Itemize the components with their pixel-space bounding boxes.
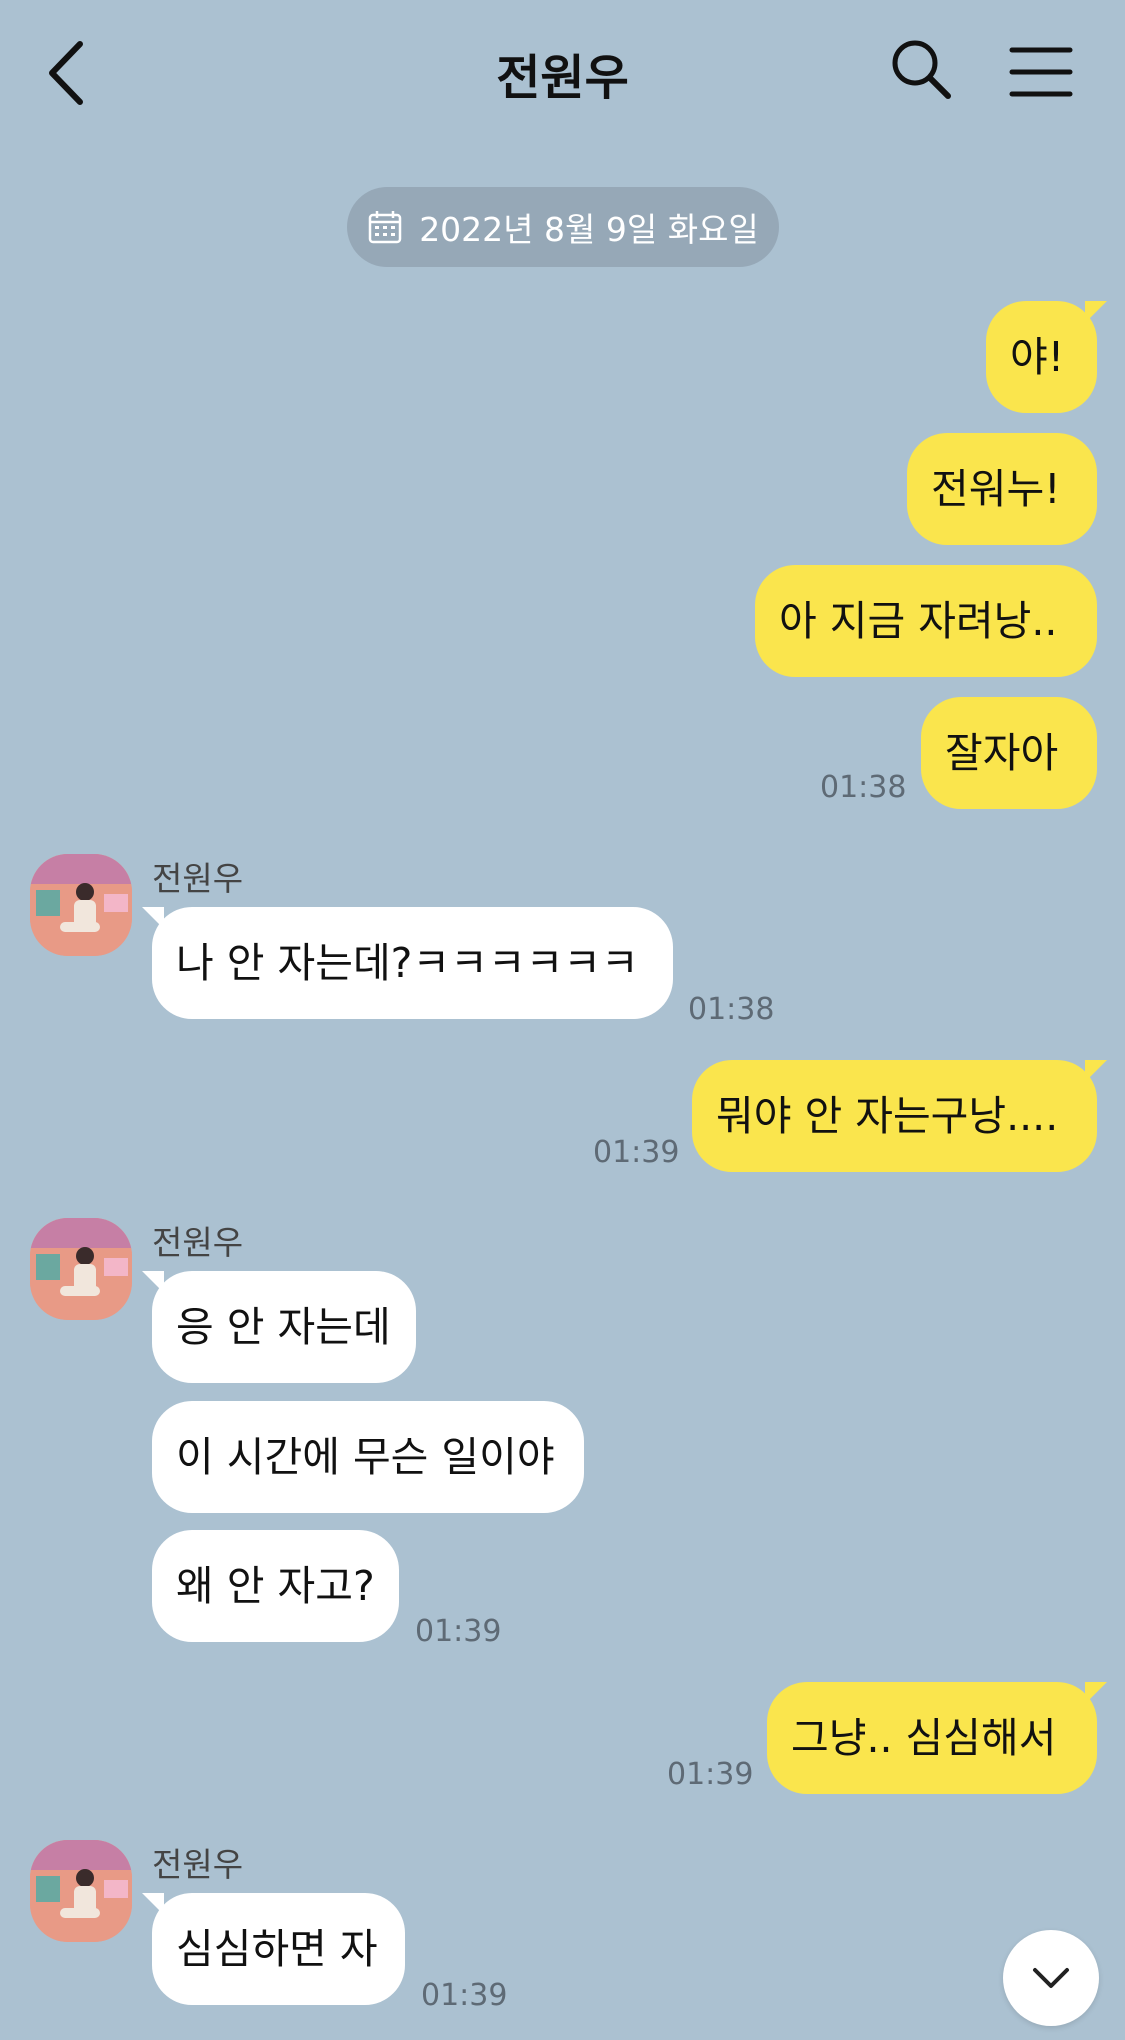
message-time: 01:39 [415,1614,502,1649]
sender-name: 전원우 [152,859,244,898]
sender-name: 전원우 [152,1223,244,1262]
message-time: 01:39 [421,1978,508,2013]
sent-message[interactable]: 전워누! [907,433,1097,545]
avatar-image [30,1840,132,1942]
message-text: 그냥.. 심심해서 [791,1714,1057,1762]
scroll-to-bottom-button[interactable] [1003,1930,1099,2026]
received-message[interactable]: 이 시간에 무슨 일이야 [152,1401,584,1513]
hamburger-menu-icon [1009,47,1073,97]
sent-message[interactable]: 아 지금 자려낭.. [755,565,1097,677]
menu-button[interactable] [1008,42,1074,102]
avatar[interactable] [30,854,132,956]
message-time: 01:38 [688,992,775,1027]
date-text: 2022년 8월 9일 화요일 [419,210,759,249]
sent-message[interactable]: 야! [986,301,1107,413]
sender-name: 전원우 [152,1845,244,1884]
message-text: 뭐야 안 자는구낭.... [716,1092,1059,1140]
received-message[interactable]: 왜 안 자고? [152,1530,399,1642]
message-time: 01:39 [593,1135,680,1170]
calendar-icon [368,211,402,244]
message-text: 나 안 자는데?ㅋㅋㅋㅋㅋㅋ [176,939,639,987]
message-text: 잘자아 [945,729,1059,777]
sent-message[interactable]: 뭐야 안 자는구낭.... [692,1060,1107,1172]
avatar-image [30,1218,132,1320]
sent-message[interactable]: 잘자아 [921,697,1097,809]
received-message[interactable]: 나 안 자는데?ㅋㅋㅋㅋㅋㅋ [142,907,673,1019]
message-text: 야! [1010,333,1065,381]
received-message[interactable]: 응 안 자는데 [142,1271,416,1383]
message-text: 심심하면 자 [176,1925,378,1973]
message-time: 01:39 [667,1757,754,1792]
chat-header: 전원우 [0,0,1125,150]
message-text: 아 지금 자려낭.. [779,597,1058,645]
received-message[interactable]: 심심하면 자 [142,1893,405,2005]
date-divider: 2022년 8월 9일 화요일 [347,187,779,267]
sent-message[interactable]: 그냥.. 심심해서 [767,1682,1107,1794]
message-time: 01:38 [820,770,907,805]
message-text: 응 안 자는데 [176,1303,391,1351]
message-text: 이 시간에 무슨 일이야 [176,1433,555,1481]
avatar[interactable] [30,1840,132,1942]
avatar-image [30,854,132,956]
message-text: 왜 안 자고? [176,1562,375,1610]
search-button[interactable] [888,36,954,102]
chat-title: 전원우 [496,50,629,106]
avatar[interactable] [30,1218,132,1320]
chevron-down-icon [1033,1968,1069,1988]
message-text: 전워누! [931,465,1061,513]
search-icon [892,40,951,99]
